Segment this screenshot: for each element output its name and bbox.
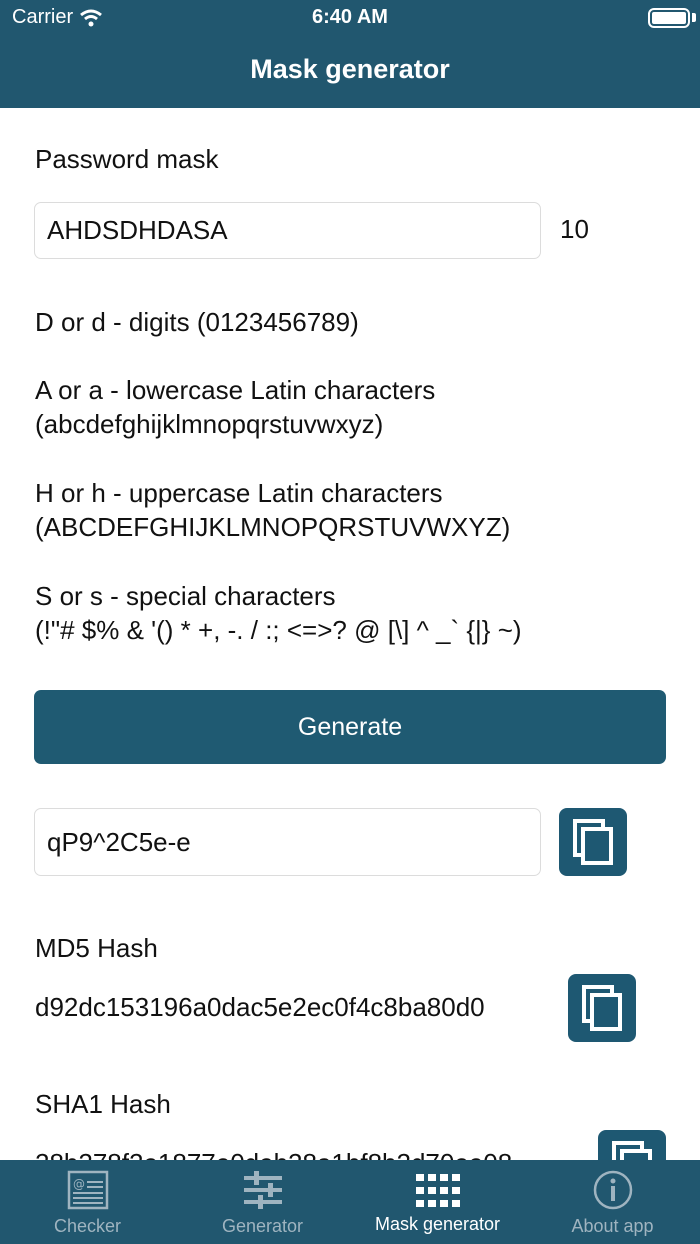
copy-icon (573, 819, 613, 865)
tab-generator[interactable]: Generator (175, 1160, 350, 1244)
status-time: 6:40 AM (312, 6, 388, 28)
tab-about-app-label: About app (571, 1216, 654, 1236)
page-title: Mask generator (250, 54, 450, 84)
info-icon (593, 1170, 632, 1210)
legend-lowercase: A or a - lowercase Latin characters (35, 375, 436, 405)
md5-hash-label: MD5 Hash (35, 933, 158, 963)
legend-lowercase-chars: (abcdefghijklmnopqrstuvwxyz) (35, 409, 384, 439)
tab-mask-generator-label: Mask generator (374, 1214, 501, 1234)
md5-hash-value: d92dc153196a0dac5e2ec0f4c8ba80d0 (35, 992, 485, 1022)
copy-icon (582, 985, 622, 1031)
tab-generator-label: Generator (221, 1216, 304, 1236)
copy-password-button[interactable] (559, 808, 627, 876)
copy-md5-button[interactable] (568, 974, 636, 1042)
generated-password-value: qP9^2C5e-e (47, 826, 191, 857)
header: Carrier 6:40 AM Mask generator (0, 0, 700, 108)
password-mask-label: Password mask (35, 144, 219, 174)
battery-icon (648, 8, 690, 28)
mask-length-count: 10 (560, 214, 589, 244)
legend-uppercase: H or h - uppercase Latin characters (35, 478, 443, 508)
tab-checker-label: Checker (53, 1216, 122, 1236)
svg-text:@: @ (73, 1177, 85, 1191)
tab-mask-generator[interactable]: Mask generator (350, 1160, 525, 1244)
tab-checker[interactable]: @ Checker (0, 1160, 175, 1244)
password-mask-value: AHDSDHDASA (47, 215, 228, 245)
generate-button[interactable]: Generate (34, 690, 666, 764)
battery-tip (692, 13, 696, 22)
sliders-icon (243, 1171, 282, 1209)
tab-about-app[interactable]: About app (525, 1160, 700, 1244)
legend-special: S or s - special characters (35, 581, 336, 611)
password-mask-input[interactable]: AHDSDHDASA (34, 202, 541, 259)
grid-icon (415, 1174, 460, 1207)
checker-icon: @ (67, 1170, 108, 1210)
generated-password-field[interactable]: qP9^2C5e-e (34, 808, 541, 876)
tab-bar: @ Checker Generator Mask generator About… (0, 1160, 700, 1244)
legend-digits: D or d - digits (0123456789) (35, 307, 359, 337)
legend-special-chars: (!"# $% & '() * +, -. / :; <=>? @ [\] ^ … (35, 615, 522, 645)
sha1-hash-label: SHA1 Hash (35, 1089, 171, 1119)
legend-uppercase-chars: (ABCDEFGHIJKLMNOPQRSTUVWXYZ) (35, 512, 511, 542)
